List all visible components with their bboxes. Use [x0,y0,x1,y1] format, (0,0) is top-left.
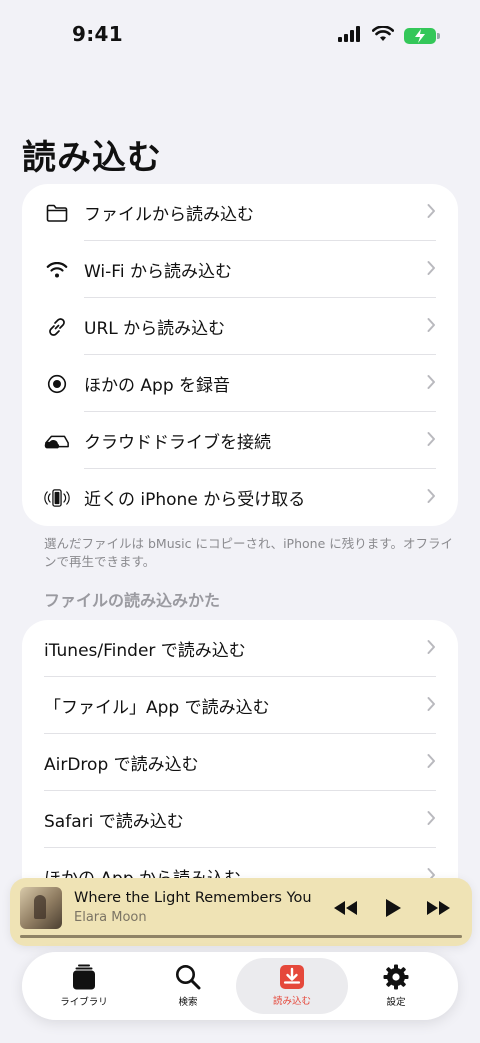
row-label: Safari で読み込む [44,812,184,832]
row-label: AirDrop で読み込む [44,755,199,775]
chevron-right-icon [427,374,436,393]
fast-forward-icon [427,901,450,915]
link-icon [44,314,70,340]
tab-search[interactable]: 検索 [132,958,244,1014]
chevron-right-icon [427,203,436,222]
rewind-icon [334,901,357,915]
cloud-drive-icon [44,428,70,454]
import-from-wifi-row[interactable]: Wi-Fi から読み込む [22,241,458,298]
chevron-right-icon [427,639,436,658]
tab-label: 読み込む [272,996,311,1007]
track-artist: Elara Moon [74,910,147,925]
row-label: URL から読み込む [84,319,226,339]
method-airdrop-row[interactable]: AirDrop で読み込む [22,734,458,791]
tab-label: 検索 [178,997,198,1008]
method-safari-row[interactable]: Safari で読み込む [22,791,458,848]
row-label: クラウドドライブを接続 [84,433,271,453]
import-from-url-row[interactable]: URL から読み込む [22,298,458,355]
row-label: 近くの iPhone から受け取る [84,490,306,510]
track-title: Where the Light Remembers You [74,890,312,906]
battery-charging-icon [404,28,440,44]
status-time: 9:41 [72,22,123,46]
row-label: ファイルから読み込む [84,205,254,225]
previous-track-button[interactable] [332,898,360,918]
method-files-app-row[interactable]: 「ファイル」App で読み込む [22,677,458,734]
chevron-right-icon [427,317,436,336]
library-icon [73,964,95,990]
playback-progress-fill [20,935,462,938]
cellular-signal-icon [338,26,362,46]
record-other-app-row[interactable]: ほかの App を録音 [22,355,458,412]
mini-player[interactable]: Where the Light Remembers You Elara Moon [10,878,472,946]
methods-section-header: ファイルの読み込みかた [44,591,221,610]
import-options-list: ファイルから読み込む Wi-Fi から読み込む URL から読み込む ほかの A… [22,184,458,526]
import-footnote: 選んだファイルは bMusic にコピーされ、iPhone に残ります。オフライ… [44,536,453,569]
status-bar: 9:41 [0,0,480,70]
chevron-right-icon [427,260,436,279]
tab-bar: ライブラリ 検索 読み込む 設定 [22,952,458,1020]
wifi-icon [44,257,70,283]
import-from-files-row[interactable]: ファイルから読み込む [22,184,458,241]
album-artwork [20,887,62,929]
playback-progress-bar[interactable] [20,935,462,938]
record-icon [44,371,70,397]
nearby-iphone-icon [44,485,70,511]
chevron-right-icon [427,696,436,715]
play-icon [386,899,401,917]
row-label: 「ファイル」App で読み込む [44,698,270,718]
folder-icon [44,200,70,226]
chevron-right-icon [427,753,436,772]
tab-settings[interactable]: 設定 [340,958,452,1014]
import-icon [280,965,304,989]
tab-import[interactable]: 読み込む [236,958,348,1014]
chevron-right-icon [427,488,436,507]
receive-from-nearby-iphone-row[interactable]: 近くの iPhone から受け取る [22,469,458,526]
wifi-status-icon [371,25,395,46]
chevron-right-icon [427,431,436,450]
import-methods-list: iTunes/Finder で読み込む 「ファイル」App で読み込む AirD… [22,620,458,920]
method-itunes-finder-row[interactable]: iTunes/Finder で読み込む [22,620,458,677]
tab-label: ライブラリ [60,997,108,1008]
chevron-right-icon [427,810,436,829]
row-label: Wi-Fi から読み込む [84,262,232,282]
gear-icon [383,964,409,990]
status-icons [338,25,440,46]
page-title: 読み込む [22,138,162,178]
row-label: ほかの App を録音 [84,376,231,396]
search-icon [176,965,201,990]
connect-cloud-drive-row[interactable]: クラウドドライブを接続 [22,412,458,469]
play-button[interactable] [382,898,404,918]
row-label: iTunes/Finder で読み込む [44,641,246,661]
tab-label: 設定 [386,997,406,1008]
tab-library[interactable]: ライブラリ [28,958,140,1014]
next-track-button[interactable] [424,898,452,918]
